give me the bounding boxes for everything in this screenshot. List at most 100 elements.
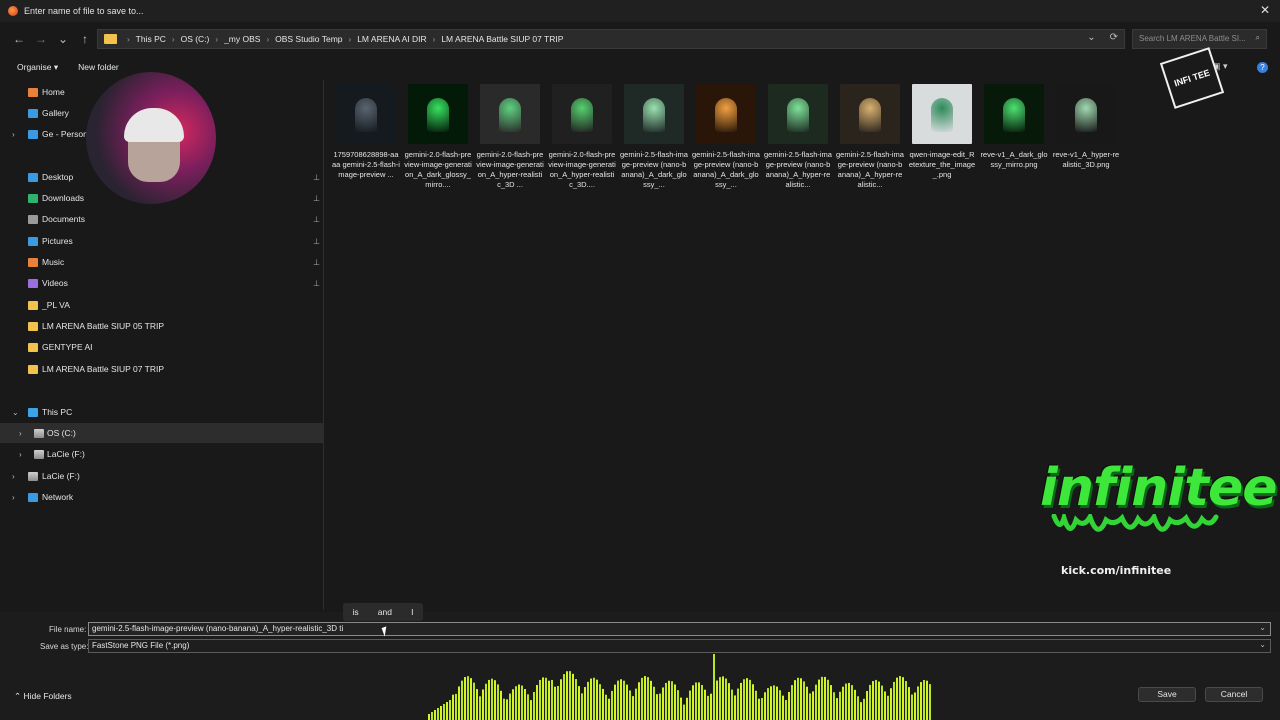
pin-icon[interactable]: ⊥: [313, 237, 320, 246]
file-item[interactable]: gemini-2.0-flash-preview-image-generatio…: [546, 82, 618, 190]
audio-bar: [722, 676, 724, 720]
pin-icon[interactable]: ⊥: [313, 173, 320, 182]
audio-bar: [467, 676, 469, 720]
audio-bar: [701, 684, 703, 720]
audio-bar: [662, 687, 664, 720]
audio-bar: [563, 674, 565, 720]
file-item[interactable]: gemini-2.5-flash-image-preview (nano-ban…: [834, 82, 906, 190]
breadcrumb-item[interactable]: LM ARENA Battle SIUP 07 TRIP: [441, 34, 563, 44]
chevron-right-icon[interactable]: ›: [12, 472, 15, 481]
file-thumbnail: [336, 84, 396, 144]
audio-bar: [854, 689, 856, 720]
sidebar-item-music[interactable]: Music ⊥: [0, 252, 323, 272]
pane-divider[interactable]: [323, 80, 324, 610]
sidebar-item-label: Music: [42, 257, 65, 267]
address-dropdown-chevron-icon[interactable]: ⌄: [1087, 32, 1095, 43]
audio-bar: [470, 678, 472, 720]
back-arrow-icon[interactable]: ←: [8, 32, 30, 46]
chevron-right-icon[interactable]: ›: [12, 493, 15, 502]
file-item[interactable]: reve-v1_A_dark_glossy_mirro.png: [978, 82, 1050, 170]
sidebar-item-pictures[interactable]: Pictures ⊥: [0, 231, 323, 251]
search-input[interactable]: Search LM ARENA Battle SI... ⌕: [1132, 29, 1267, 49]
sidebar-item-pl-va[interactable]: _PL VA: [0, 295, 323, 315]
pin-icon[interactable]: ⊥: [313, 258, 320, 267]
file-name: reve-v1_A_hyper-realistic_3D.png: [1052, 150, 1120, 169]
thumbnail-figure: [499, 98, 521, 132]
thumbnail-figure: [1003, 98, 1025, 132]
audio-bar: [461, 680, 463, 720]
audio-bar: [632, 696, 634, 720]
file-item[interactable]: reve-v1_A_hyper-realistic_3D.png: [1050, 82, 1122, 170]
sidebar-item-gentype-ai[interactable]: GENTYPE AI: [0, 337, 323, 357]
audio-visualizer: [428, 654, 931, 720]
file-thumbnail: [480, 84, 540, 144]
up-arrow-icon[interactable]: ↑: [74, 32, 96, 46]
sidebar-item-lacie-f[interactable]: › LaCie (F:): [0, 444, 323, 464]
window-title: Enter name of file to save to...: [24, 6, 144, 16]
sidebar-item-lm-arena-battle-siup-07-trip[interactable]: LM ARENA Battle SIUP 07 TRIP: [0, 359, 323, 379]
audio-bar: [896, 677, 898, 720]
chevron-down-icon[interactable]: ⌄: [12, 408, 19, 417]
hide-folders-button[interactable]: ⌃ Hide Folders: [14, 691, 72, 702]
breadcrumb-item[interactable]: This PC: [136, 34, 166, 44]
audio-bar: [905, 681, 907, 720]
chevron-down-icon[interactable]: ⌄: [1259, 640, 1266, 649]
brand-logo-text: infinitee: [1040, 458, 1278, 518]
file-name-value: gemini-2.5-flash-image-preview (nano-ban…: [92, 624, 344, 633]
breadcrumb-item[interactable]: OBS Studio Temp: [275, 34, 342, 44]
file-item[interactable]: gemini-2.5-flash-image-preview (nano-ban…: [762, 82, 834, 190]
audio-bar: [584, 687, 586, 720]
breadcrumb-item[interactable]: LM ARENA AI DIR: [357, 34, 426, 44]
refresh-icon[interactable]: ⟳: [1110, 32, 1118, 43]
file-item[interactable]: 1759708628898-aaaa gemini-2.5-flash-imag…: [330, 82, 402, 180]
pin-icon[interactable]: ⊥: [313, 215, 320, 224]
cancel-button[interactable]: Cancel: [1205, 687, 1263, 702]
file-thumbnail: [624, 84, 684, 144]
audio-bar: [866, 691, 868, 720]
command-toolbar: Organise ▾ New folder ?: [0, 58, 1280, 76]
sidebar-item-network[interactable]: › Network: [0, 487, 323, 507]
audio-bar: [917, 686, 919, 720]
sidebar-item-documents[interactable]: Documents ⊥: [0, 209, 323, 229]
audio-bar: [605, 694, 607, 720]
suggestion-item[interactable]: and: [378, 607, 392, 617]
new-folder-button[interactable]: New folder: [78, 62, 119, 72]
file-item[interactable]: qwen-image-edit_Retexture_the_image_.png: [906, 82, 978, 180]
file-item[interactable]: gemini-2.0-flash-preview-image-generatio…: [402, 82, 474, 190]
file-item[interactable]: gemini-2.0-flash-preview-image-generatio…: [474, 82, 546, 190]
audio-bar: [686, 697, 688, 720]
help-icon[interactable]: ?: [1257, 62, 1268, 73]
suggestion-item[interactable]: I: [411, 607, 413, 617]
audio-bar: [899, 676, 901, 720]
sidebar-item-os-c[interactable]: › OS (C:): [0, 423, 323, 443]
address-bar[interactable]: › This PC › OS (C:) › _my OBS › OBS Studio Temp…: [97, 29, 1125, 49]
forward-arrow-icon[interactable]: →: [30, 32, 52, 46]
chevron-down-icon[interactable]: ⌄: [1259, 623, 1266, 632]
sidebar-item-videos[interactable]: Videos ⊥: [0, 273, 323, 293]
audio-bar: [689, 690, 691, 720]
audio-bar: [440, 706, 442, 720]
file-item[interactable]: gemini-2.5-flash-image-preview (nano-ban…: [618, 82, 690, 190]
chevron-right-icon[interactable]: ›: [19, 450, 22, 459]
pin-icon[interactable]: ⊥: [313, 279, 320, 288]
file-name-input[interactable]: gemini-2.5-flash-image-preview (nano-ban…: [88, 622, 1271, 636]
pin-icon[interactable]: ⊥: [313, 194, 320, 203]
audio-bar: [785, 700, 787, 720]
sidebar-item-lm-arena-battle-siup-05-trip[interactable]: LM ARENA Battle SIUP 05 TRIP: [0, 316, 323, 336]
navigation-bar: ← → ⌄ ↑ › This PC › OS (C:) › _my OBS › OBS Stu…: [0, 26, 1280, 52]
breadcrumb-item[interactable]: OS (C:): [181, 34, 210, 44]
thumbnail-figure: [643, 98, 665, 132]
file-item[interactable]: gemini-2.5-flash-image-preview (nano-ban…: [690, 82, 762, 190]
save-as-type-select[interactable]: FastStone PNG File (*.png) ⌄: [88, 639, 1271, 653]
organise-button[interactable]: Organise ▾: [17, 62, 58, 73]
close-icon[interactable]: ✕: [1260, 3, 1270, 17]
suggestion-item[interactable]: is: [353, 607, 359, 617]
thumbnail-figure: [787, 98, 809, 132]
chevron-right-icon[interactable]: ›: [19, 429, 22, 438]
sidebar-item-lacie-f[interactable]: › LaCie (F:): [0, 466, 323, 486]
recent-locations-chevron-icon[interactable]: ⌄: [52, 32, 74, 46]
breadcrumb-item[interactable]: _my OBS: [224, 34, 260, 44]
save-button[interactable]: Save: [1138, 687, 1196, 702]
sidebar-item-this-pc[interactable]: ⌄ This PC: [0, 402, 323, 422]
chevron-right-icon[interactable]: ›: [12, 130, 15, 139]
